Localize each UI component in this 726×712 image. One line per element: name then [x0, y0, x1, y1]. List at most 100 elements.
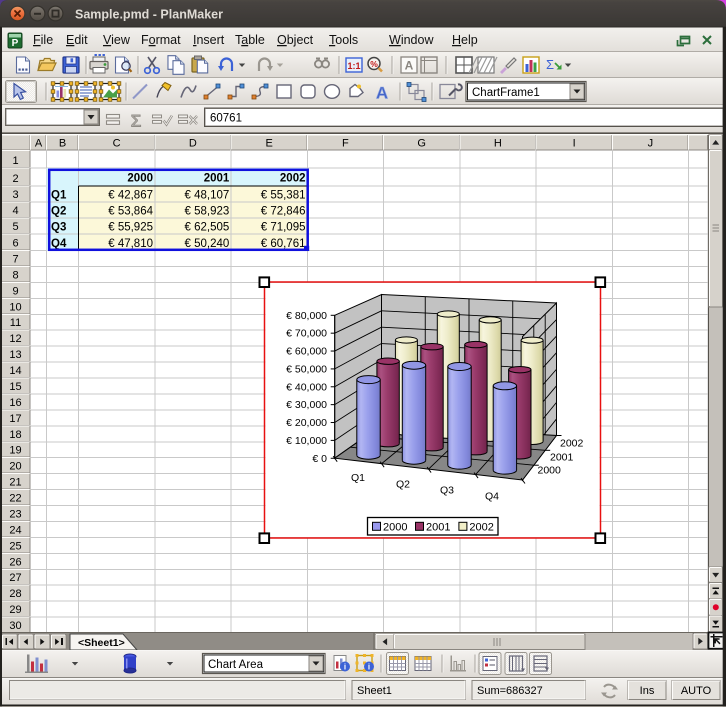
- svg-text:€ 72,846: € 72,846: [261, 206, 306, 218]
- svg-text:€ 48,107: € 48,107: [185, 190, 230, 202]
- svg-text:2001: 2001: [550, 452, 574, 464]
- svg-text:€ 55,925: € 55,925: [108, 222, 153, 234]
- svg-text:File: File: [33, 33, 53, 47]
- svg-text:30: 30: [9, 620, 21, 632]
- svg-text:Edit: Edit: [66, 33, 88, 47]
- svg-text:14: 14: [9, 365, 21, 377]
- svg-text:28: 28: [9, 588, 21, 600]
- svg-text:24: 24: [9, 524, 21, 536]
- svg-text:15: 15: [9, 381, 21, 393]
- svg-text:€ 60,000: € 60,000: [286, 346, 327, 358]
- svg-text:€ 58,923: € 58,923: [185, 206, 230, 218]
- svg-text:C: C: [113, 138, 121, 150]
- svg-text:7: 7: [12, 253, 18, 265]
- svg-text:B: B: [59, 138, 66, 150]
- svg-text:13: 13: [9, 349, 21, 361]
- svg-text:F: F: [342, 138, 349, 150]
- svg-text:Sample.pmd - PlanMaker: Sample.pmd - PlanMaker: [75, 8, 223, 22]
- svg-text:21: 21: [9, 477, 21, 489]
- svg-text:22: 22: [9, 493, 21, 505]
- svg-text:11: 11: [10, 317, 21, 329]
- svg-text:1:1: 1:1: [347, 61, 360, 71]
- svg-text:€ 20,000: € 20,000: [286, 417, 327, 429]
- svg-text:27: 27: [9, 572, 21, 584]
- svg-text:Help: Help: [452, 33, 478, 47]
- svg-text:€ 53,864: € 53,864: [108, 206, 153, 218]
- svg-text:P: P: [12, 38, 19, 49]
- svg-text:%: %: [370, 59, 378, 69]
- svg-text:i: i: [344, 663, 346, 672]
- svg-text:€ 40,000: € 40,000: [286, 381, 327, 393]
- svg-text:2001: 2001: [204, 173, 230, 185]
- svg-text:Q2: Q2: [51, 206, 66, 218]
- svg-text:2: 2: [12, 173, 18, 185]
- svg-text:10: 10: [9, 301, 21, 313]
- svg-text:G: G: [417, 138, 426, 150]
- svg-text:A: A: [405, 59, 414, 73]
- svg-text:Object: Object: [277, 33, 314, 47]
- svg-text:€ 60,761: € 60,761: [261, 238, 306, 250]
- svg-text:Q4: Q4: [51, 238, 67, 250]
- svg-text:60761: 60761: [210, 113, 242, 125]
- svg-text:€ 47,810: € 47,810: [108, 238, 153, 250]
- svg-text:25: 25: [9, 540, 21, 552]
- svg-text:Window: Window: [389, 33, 434, 47]
- svg-text:€ 50,000: € 50,000: [286, 363, 327, 375]
- svg-text:2000: 2000: [383, 522, 407, 534]
- svg-text:A: A: [376, 84, 388, 103]
- svg-text:9: 9: [12, 285, 18, 297]
- svg-text:View: View: [103, 33, 131, 47]
- svg-text:Q1: Q1: [51, 190, 67, 202]
- svg-text:H: H: [494, 138, 502, 150]
- svg-text:3: 3: [12, 189, 18, 201]
- svg-text:J: J: [648, 138, 654, 150]
- svg-text:Tools: Tools: [329, 33, 358, 47]
- svg-text:Σ: Σ: [131, 112, 142, 131]
- svg-text:€ 0: € 0: [312, 453, 327, 465]
- svg-text:€ 50,240: € 50,240: [185, 238, 230, 250]
- svg-text:17: 17: [9, 413, 21, 425]
- svg-text:1: 1: [12, 155, 18, 167]
- svg-text:Chart Area: Chart Area: [208, 659, 264, 671]
- svg-text:12: 12: [9, 333, 21, 345]
- svg-text:Q3: Q3: [440, 485, 454, 497]
- svg-text:€ 71,095: € 71,095: [261, 222, 306, 234]
- svg-text:29: 29: [9, 604, 21, 616]
- svg-text:2000: 2000: [538, 465, 562, 477]
- svg-text:€ 55,381: € 55,381: [261, 190, 306, 202]
- svg-text:Q3: Q3: [51, 222, 66, 234]
- svg-text:2002: 2002: [469, 522, 493, 534]
- svg-text:ChartFrame1: ChartFrame1: [472, 87, 540, 99]
- svg-text:19: 19: [9, 445, 21, 457]
- svg-text:i: i: [368, 663, 370, 672]
- svg-text:8: 8: [12, 269, 18, 281]
- svg-text:20: 20: [9, 461, 21, 473]
- svg-text:€ 30,000: € 30,000: [286, 399, 327, 411]
- svg-text:26: 26: [9, 556, 21, 568]
- svg-text:A: A: [35, 138, 43, 150]
- svg-text:AUTO: AUTO: [681, 685, 712, 697]
- svg-text:Q2: Q2: [396, 479, 410, 491]
- svg-text:Sheet1: Sheet1: [357, 685, 392, 697]
- svg-text:D: D: [189, 138, 197, 150]
- svg-text:23: 23: [9, 509, 21, 521]
- svg-text:€ 62,505: € 62,505: [185, 222, 230, 234]
- svg-text:Q1: Q1: [351, 472, 365, 484]
- svg-text:Insert: Insert: [193, 33, 225, 47]
- svg-text:Q4: Q4: [485, 491, 499, 503]
- svg-text:Ins: Ins: [640, 685, 655, 697]
- svg-text:E: E: [265, 138, 272, 150]
- svg-text:Table: Table: [235, 33, 265, 47]
- svg-text:2000: 2000: [127, 173, 153, 185]
- svg-text:2001: 2001: [426, 522, 450, 534]
- svg-text:4: 4: [12, 205, 18, 217]
- svg-text:18: 18: [9, 429, 21, 441]
- svg-text:€ 42,867: € 42,867: [108, 190, 153, 202]
- svg-text:6: 6: [12, 238, 18, 250]
- svg-text:€ 80,000: € 80,000: [286, 310, 327, 322]
- svg-text:2002: 2002: [560, 438, 584, 450]
- svg-text:2002: 2002: [280, 173, 306, 185]
- svg-text:Sum=686327: Sum=686327: [477, 685, 543, 697]
- svg-text:Σ: Σ: [546, 57, 554, 72]
- svg-text:Format: Format: [141, 33, 181, 47]
